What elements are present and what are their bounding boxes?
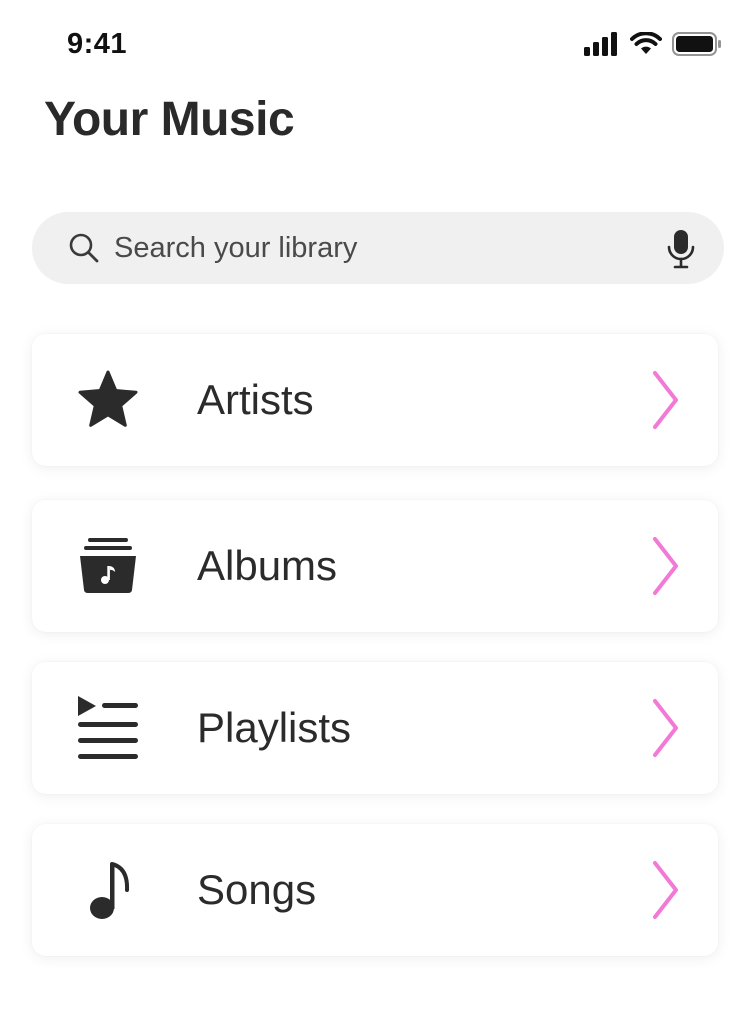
star-icon — [78, 370, 138, 427]
library-item-songs[interactable]: Songs — [32, 824, 718, 956]
chevron-right-icon — [653, 699, 678, 757]
chevron-right-icon — [653, 537, 678, 595]
library-item-albums[interactable]: Albums — [32, 500, 718, 632]
status-icons — [584, 32, 722, 56]
search-input[interactable] — [114, 226, 654, 270]
status-bar: 9:41 — [0, 0, 750, 90]
status-time: 9:41 — [67, 28, 128, 60]
cellular-signal-icon — [584, 32, 617, 56]
page-title: Your Music — [44, 93, 295, 146]
chevron-right-icon — [653, 861, 678, 919]
playlist-icon — [78, 696, 138, 759]
album-stack-icon — [80, 538, 136, 593]
library-item-label: Playlists — [197, 704, 352, 751]
music-note-icon — [90, 862, 130, 919]
library-item-artists[interactable]: Artists — [32, 334, 718, 466]
library-item-label: Songs — [197, 866, 317, 913]
library-item-playlists[interactable]: Playlists — [32, 662, 718, 794]
search-icon — [69, 233, 99, 263]
music-library-screen: 9:41 Your Music Search your library Arti… — [0, 0, 750, 1024]
library-item-label: Artists — [197, 376, 314, 423]
chevron-right-icon — [653, 371, 678, 429]
search-bar[interactable] — [32, 212, 724, 284]
microphone-icon[interactable] — [666, 229, 696, 269]
library-item-label: Albums — [197, 542, 338, 589]
battery-icon — [672, 32, 721, 56]
wifi-icon — [630, 32, 662, 54]
